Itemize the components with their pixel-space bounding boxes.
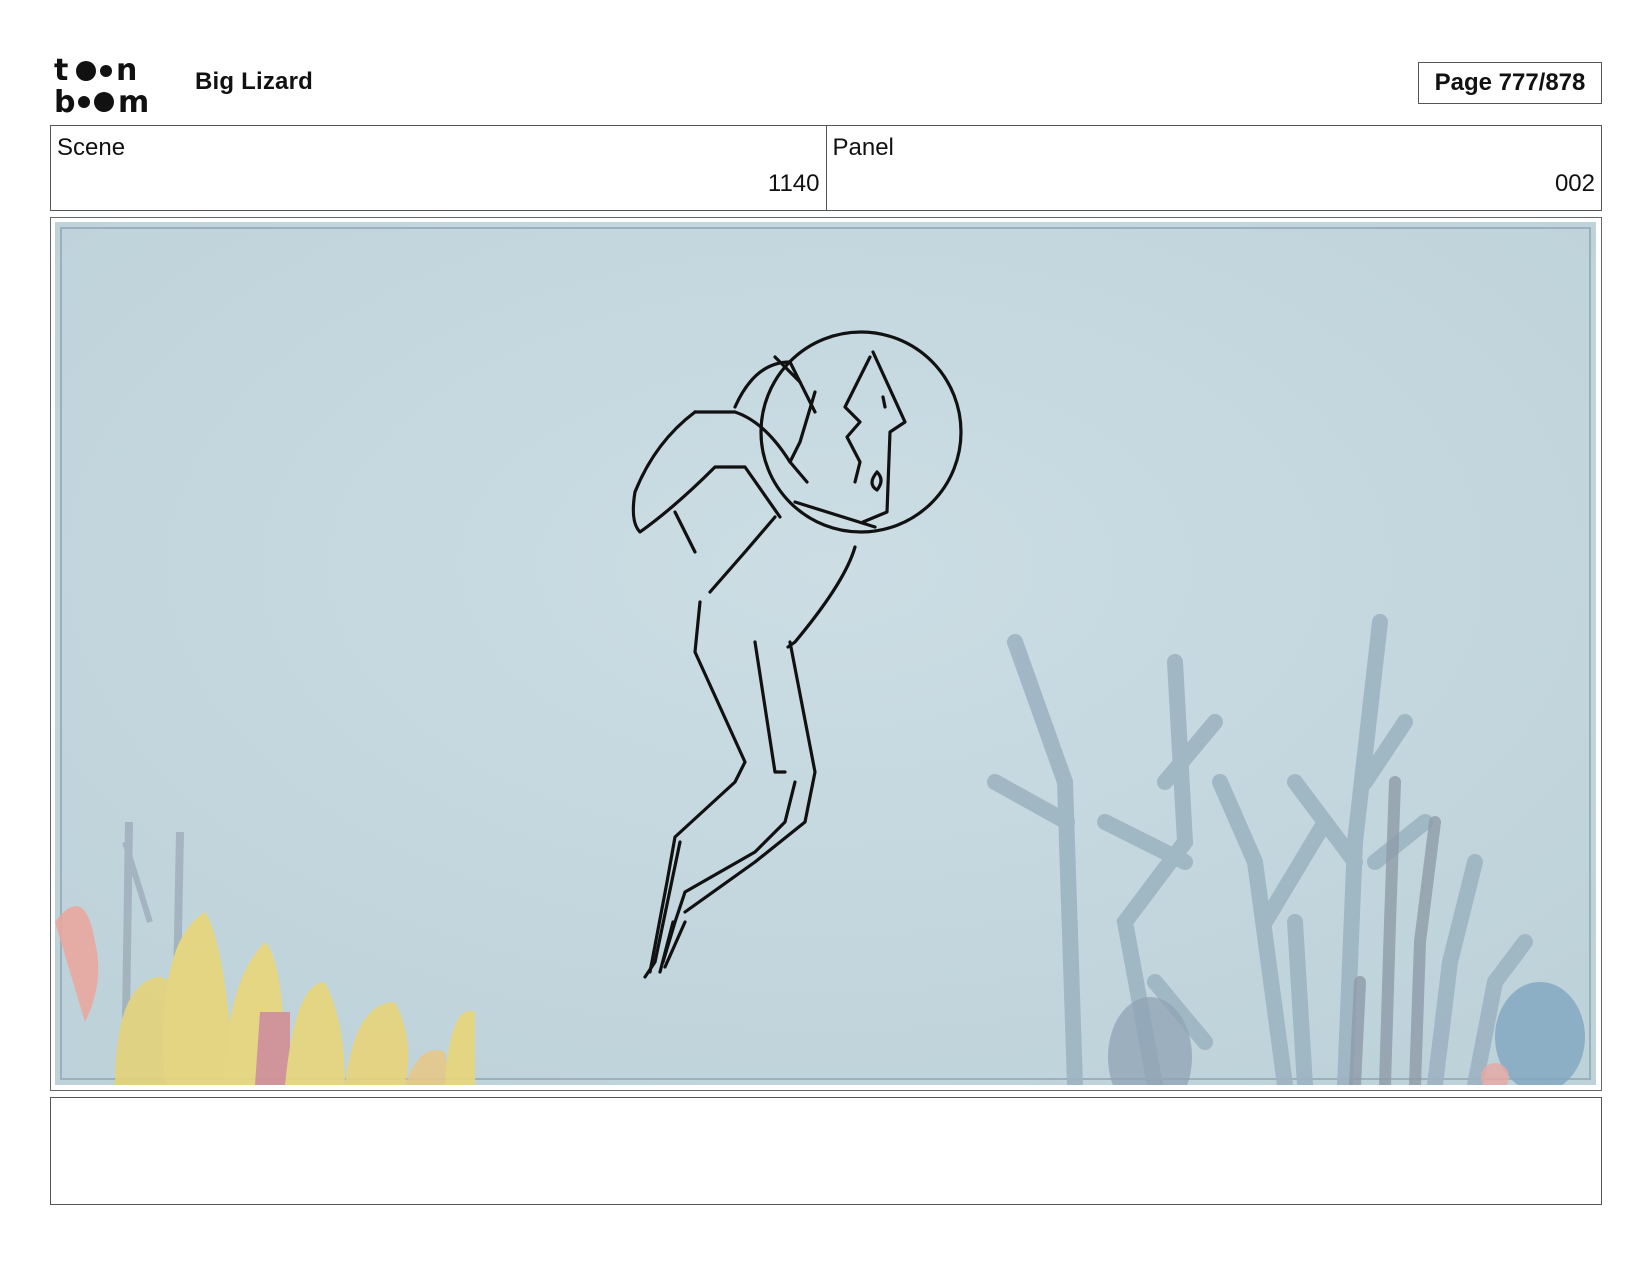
svg-text:b: b (54, 85, 75, 116)
svg-text:n: n (116, 54, 137, 88)
panel-value: 002 (1554, 170, 1595, 197)
svg-text:m: m (118, 85, 149, 116)
panel-notes-box (50, 1097, 1602, 1205)
toon-boom-logo: t n b m (54, 53, 172, 120)
svg-text:t: t (54, 54, 68, 88)
panel-frame (50, 217, 1602, 1091)
scene-label: Scene (57, 134, 126, 161)
project-title: Big Lizard (195, 68, 314, 95)
storyboard-drawing (55, 222, 1596, 1085)
page-indicator: Page 777/878 (1418, 62, 1602, 104)
panel-label: Panel (832, 134, 894, 161)
scene-panel-info: Scene 1140 Panel 002 (50, 125, 1602, 211)
scene-value: 1140 (767, 170, 820, 197)
panel-image (55, 222, 1597, 1086)
panel-cell: Panel 002 (825, 126, 1602, 210)
scene-cell: Scene 1140 (51, 126, 826, 210)
